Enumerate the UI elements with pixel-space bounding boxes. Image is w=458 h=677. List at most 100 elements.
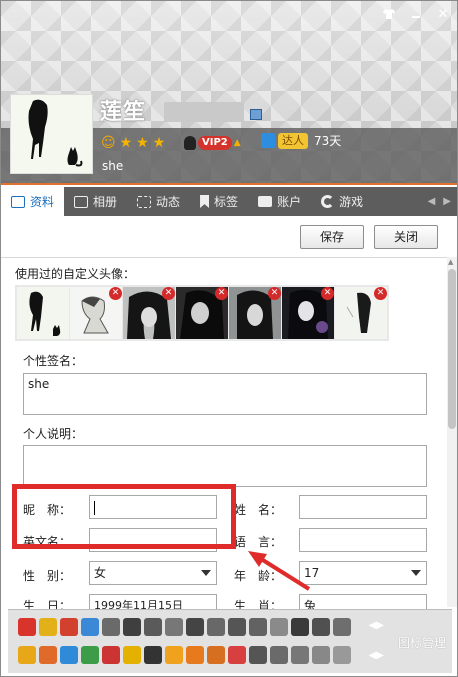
game-diamond-icon[interactable]: [123, 618, 141, 636]
badge-icon[interactable]: [333, 618, 351, 636]
header-signature: she: [102, 159, 124, 173]
bubble-icon[interactable]: [249, 618, 267, 636]
age-label: 年 龄：: [234, 569, 283, 583]
penguin-icon: [184, 136, 196, 150]
used-avatar[interactable]: ✕: [229, 287, 281, 339]
face-icon[interactable]: [123, 646, 141, 664]
diamond-red-icon[interactable]: [60, 618, 78, 636]
avatar[interactable]: [10, 94, 93, 174]
app-icon[interactable]: [270, 646, 288, 664]
scrollbar-thumb[interactable]: [448, 269, 456, 429]
gift-icon[interactable]: [39, 646, 57, 664]
used-avatars-list: ✕ ✕ ✕ ✕ ✕ ✕: [15, 285, 389, 341]
game-yellow-icon[interactable]: [165, 646, 183, 664]
name-field[interactable]: [299, 495, 427, 519]
profile-card-icon: [11, 195, 25, 208]
profile-window: ✕ 莲笙 ☺ ★ ★ ★ VIP2 ▲ 达人 73天 she 资料 相册 动态 …: [0, 0, 458, 677]
wallet-icon: [258, 196, 273, 207]
signature-field[interactable]: she: [23, 373, 427, 415]
diamond-yellow-icon[interactable]: [39, 618, 57, 636]
arrow-right-icon[interactable]: ▶: [443, 196, 451, 207]
diamond-blue-icon[interactable]: [81, 618, 99, 636]
close-icon[interactable]: ✕: [435, 8, 451, 22]
remove-avatar-icon[interactable]: ✕: [374, 287, 387, 300]
game-icon: [321, 195, 335, 208]
shield-icon[interactable]: [291, 618, 309, 636]
used-avatar[interactable]: ✕: [335, 287, 387, 339]
video-icon[interactable]: [207, 646, 225, 664]
shirt-icon[interactable]: [381, 8, 397, 22]
close-button[interactable]: 关闭: [374, 225, 438, 249]
mask-icon[interactable]: [144, 646, 162, 664]
scroll-up-icon[interactable]: ▲: [448, 258, 453, 266]
language-field[interactable]: [299, 528, 427, 552]
tab-account[interactable]: 账户: [248, 187, 311, 216]
lock-icon[interactable]: [249, 646, 267, 664]
used-avatar[interactable]: ✕: [176, 287, 228, 339]
chat-icon[interactable]: [207, 618, 225, 636]
feed-icon: [137, 195, 152, 208]
star-level-icon: ★: [119, 135, 133, 151]
camera-icon[interactable]: [102, 646, 120, 664]
tab-profile[interactable]: 资料: [1, 187, 65, 216]
age-select[interactable]: 17: [299, 561, 427, 585]
daren-label: 达人: [278, 132, 308, 149]
tab-label: 相册: [93, 195, 118, 209]
used-avatar[interactable]: [17, 287, 69, 339]
save-button[interactable]: 保存: [300, 225, 364, 249]
qzone-icon[interactable]: [60, 646, 78, 664]
gender-select[interactable]: 女: [89, 561, 217, 585]
tab-label: 账户: [277, 195, 302, 209]
used-avatar[interactable]: ✕: [123, 287, 175, 339]
cart-icon[interactable]: [228, 646, 246, 664]
music-icon[interactable]: [144, 618, 162, 636]
crown-icon[interactable]: [18, 646, 36, 664]
photo-album-icon: [74, 195, 89, 208]
used-avatar[interactable]: ✕: [282, 287, 334, 339]
profile-tabs: 资料 相册 动态 标签 账户 游戏 ◀ ▶: [1, 187, 457, 216]
webcam-icon[interactable]: [333, 646, 351, 664]
game-orange-icon[interactable]: [186, 646, 204, 664]
description-field[interactable]: [23, 445, 427, 487]
annotation-highlight-box: [12, 484, 236, 549]
remove-avatar-icon[interactable]: ✕: [162, 287, 175, 300]
phone-icon[interactable]: [186, 618, 204, 636]
remove-avatar-icon[interactable]: ✕: [321, 287, 334, 300]
tab-games[interactable]: 游戏: [311, 187, 373, 216]
sun-level-icon: ☺: [101, 135, 116, 151]
tab-label: 标签: [214, 195, 239, 209]
level-indicator[interactable]: ☺ ★ ★ ★: [101, 134, 165, 152]
minimize-icon[interactable]: [408, 8, 424, 22]
tab-feed[interactable]: 动态: [127, 187, 190, 216]
edit-icon[interactable]: [250, 109, 262, 120]
used-avatars-label: 使用过的自定义头像：: [15, 267, 136, 281]
gem-icon[interactable]: [312, 618, 330, 636]
mail-icon[interactable]: [228, 618, 246, 636]
vip-badge[interactable]: VIP2 ▲: [184, 135, 241, 151]
refresh-icon[interactable]: [312, 646, 330, 664]
remove-avatar-icon[interactable]: ✕: [268, 287, 281, 300]
daren-badge[interactable]: 达人 73天: [261, 132, 341, 149]
chevron-down-icon: [411, 570, 421, 576]
remove-avatar-icon[interactable]: ✕: [215, 287, 228, 300]
daren-days: 73天: [314, 134, 342, 148]
cube-icon[interactable]: [291, 646, 309, 664]
remove-avatar-icon[interactable]: ✕: [109, 287, 122, 300]
scrollbar[interactable]: ▲: [447, 257, 457, 607]
signature-label: 个性签名：: [23, 354, 84, 368]
arrow-right-icon[interactable]: ◀▶: [369, 650, 384, 661]
used-avatar[interactable]: ✕: [70, 287, 122, 339]
heart-icon[interactable]: [102, 618, 120, 636]
penguin-service-icon[interactable]: [18, 618, 36, 636]
pet-icon[interactable]: [81, 646, 99, 664]
gender-value: 女: [94, 566, 107, 580]
arrow-left-icon[interactable]: ◀: [428, 196, 436, 207]
tab-label: 游戏: [339, 195, 364, 209]
arrow-left-icon[interactable]: ◀▶: [369, 620, 384, 631]
cloud-icon[interactable]: [165, 618, 183, 636]
bird-icon[interactable]: [270, 618, 288, 636]
tab-album[interactable]: 相册: [64, 187, 127, 216]
bookmark-icon: [200, 195, 210, 208]
icon-manage-button[interactable]: 图标管理: [398, 634, 446, 651]
tab-tags[interactable]: 标签: [190, 187, 248, 216]
